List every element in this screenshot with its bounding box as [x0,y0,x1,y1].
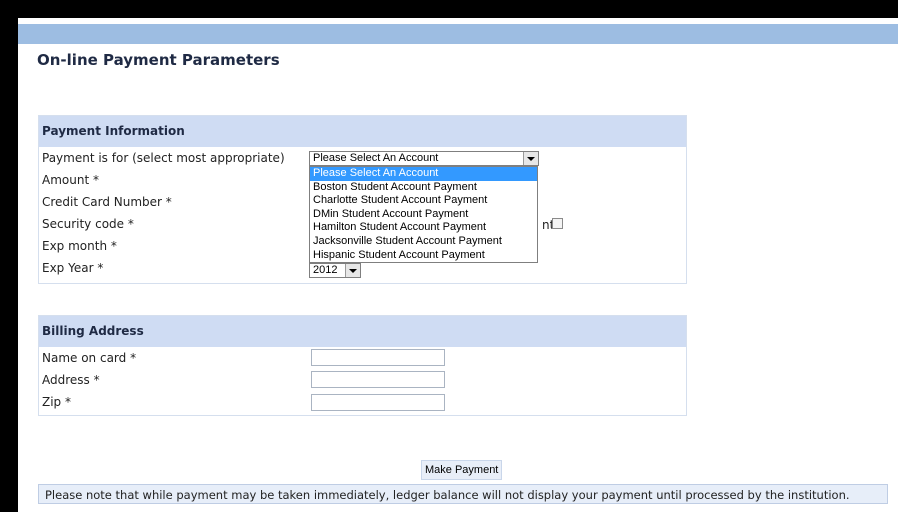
exp-year-select[interactable]: 2012 [309,263,361,278]
account-dropdown-list[interactable]: Please Select An Account Boston Student A… [309,166,538,263]
name-on-card-label: Name on card * [42,351,137,365]
account-option[interactable]: Please Select An Account [310,167,537,181]
account-option[interactable]: DMin Student Account Payment [310,208,537,222]
chevron-down-icon[interactable] [345,264,360,277]
payment-notice: Please note that while payment may be ta… [38,484,888,504]
account-option[interactable]: Charlotte Student Account Payment [310,194,537,208]
account-select-value: Please Select An Account [313,152,439,164]
security-code-label: Security code * [42,217,134,231]
page-frame: On-line Payment Parameters Payment Infor… [18,18,898,512]
partially-hidden-checkbox[interactable] [552,218,563,229]
billing-section-header: Billing Address [39,316,686,347]
account-option[interactable]: Hispanic Student Account Payment [310,249,537,263]
exp-year-label: Exp Year * [42,261,104,275]
exp-month-label: Exp month * [42,239,117,253]
account-option[interactable]: Jacksonville Student Account Payment [310,235,537,249]
exp-year-value: 2012 [313,264,338,276]
top-banner [18,24,898,44]
zip-label: Zip * [42,395,71,409]
payment-for-label: Payment is for (select most appropriate) [42,151,285,165]
card-number-label: Credit Card Number * [42,195,172,209]
account-option[interactable]: Hamilton Student Account Payment [310,221,537,235]
address-label: Address * [42,373,100,387]
chevron-down-icon[interactable] [523,152,538,165]
name-on-card-input[interactable] [311,349,445,366]
address-input[interactable] [311,371,445,388]
zip-input[interactable] [311,394,445,411]
page-title: On-line Payment Parameters [37,51,280,69]
account-option[interactable]: Boston Student Account Payment [310,181,537,195]
amount-label: Amount * [42,173,99,187]
account-select[interactable]: Please Select An Account [309,151,539,166]
make-payment-button[interactable]: Make Payment [421,460,503,480]
payment-section-header: Payment Information [39,116,686,147]
